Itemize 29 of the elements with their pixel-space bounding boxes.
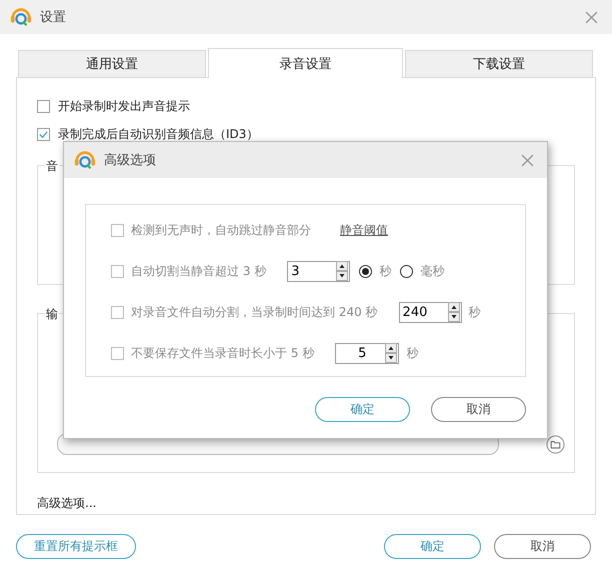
window-title: 设置 xyxy=(40,9,66,26)
unit-label: 秒 xyxy=(468,304,481,320)
option-label: 不要保存文件当录音时长小于 5 秒 xyxy=(131,344,314,362)
option-label: 开始录制时发出声音提示 xyxy=(58,98,190,114)
unit-label: 秒 xyxy=(379,262,392,280)
app-logo-icon xyxy=(10,6,32,28)
close-icon[interactable] xyxy=(521,154,534,166)
ok-button[interactable]: 确定 xyxy=(315,397,410,422)
folder-icon[interactable] xyxy=(546,434,565,454)
tab[interactable]: 通用设置 xyxy=(18,50,206,77)
advanced-options-link[interactable]: 高级选项... xyxy=(37,495,96,512)
option-label: 检测到无声时，自动跳过静音部分 xyxy=(131,222,311,238)
option-label: 对录音文件自动分割，当录制时间达到 240 秒 xyxy=(131,304,378,320)
option-label: 录制完成后自动识别音频信息（ID3） xyxy=(58,126,258,142)
app-logo-icon xyxy=(74,149,96,171)
dialog-title: 高级选项 xyxy=(104,152,156,169)
cancel-button[interactable]: 取消 xyxy=(431,397,526,422)
checkbox[interactable] xyxy=(37,100,50,112)
checkbox[interactable] xyxy=(37,128,50,140)
unit-label: 秒 xyxy=(406,344,418,362)
tab[interactable]: 下载设置 xyxy=(405,50,593,77)
group-label: 输 xyxy=(45,306,59,323)
ok-button[interactable]: 确定 xyxy=(384,534,481,559)
unit-label: 毫秒 xyxy=(420,262,444,280)
option-label: 自动切割当静音超过 3 秒 xyxy=(131,262,266,280)
cancel-button[interactable]: 取消 xyxy=(494,534,591,559)
close-icon[interactable] xyxy=(585,10,598,24)
tab[interactable]: 录音设置 xyxy=(208,48,403,78)
reset-prompts-button[interactable]: 重置所有提示框 xyxy=(16,534,136,559)
